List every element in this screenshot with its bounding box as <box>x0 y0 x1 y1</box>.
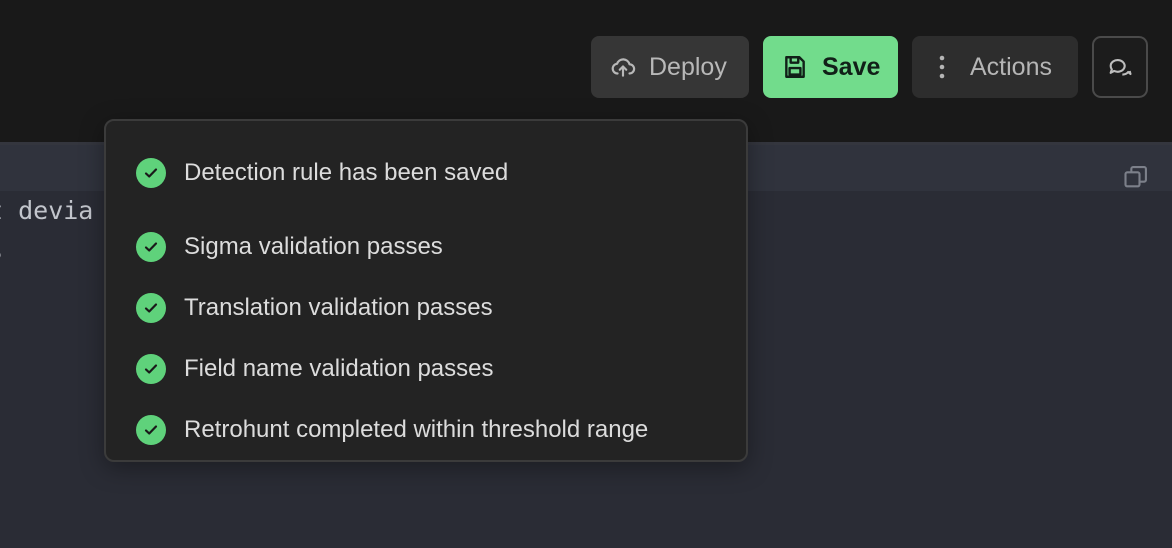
check-circle-icon <box>136 353 166 384</box>
checklist-item: Detection rule has been saved <box>136 155 648 190</box>
deploy-label: Deploy <box>649 52 727 81</box>
code-line[interactable]: s <box>0 236 3 265</box>
checklist-item-label: Translation validation passes <box>184 293 493 321</box>
chat-bubbles-icon <box>1106 53 1134 81</box>
checklist-item-label: Sigma validation passes <box>184 232 443 260</box>
cloud-upload-icon <box>609 53 637 81</box>
save-button[interactable]: Save <box>763 36 898 98</box>
checklist-item: Sigma validation passes <box>136 216 648 277</box>
check-circle-icon <box>136 414 166 445</box>
actions-label: Actions <box>970 52 1052 81</box>
validation-checklist-popover: Detection rule has been saved Sigma vali… <box>104 119 748 462</box>
checklist-item: Retrohunt completed within threshold ran… <box>136 399 648 460</box>
validation-checklist: Detection rule has been saved Sigma vali… <box>136 155 648 460</box>
checklist-item-label: Field name validation passes <box>184 354 494 382</box>
deploy-button[interactable]: Deploy <box>591 36 749 98</box>
comments-button[interactable] <box>1092 36 1148 98</box>
check-circle-icon <box>136 231 166 262</box>
check-circle-icon <box>136 157 166 188</box>
checklist-item-label: Detection rule has been saved <box>184 158 509 186</box>
actions-button[interactable]: Actions <box>912 36 1078 98</box>
check-circle-icon <box>136 292 166 323</box>
code-line[interactable]: t devia <box>0 196 93 225</box>
save-label: Save <box>822 52 881 81</box>
checklist-item-label: Retrohunt completed within threshold ran… <box>184 415 649 443</box>
copy-button[interactable] <box>1120 161 1152 193</box>
floppy-disk-icon <box>781 53 809 81</box>
more-vertical-icon <box>932 53 952 81</box>
copy-icon <box>1122 163 1150 191</box>
checklist-item: Field name validation passes <box>136 338 648 399</box>
checklist-item: Translation validation passes <box>136 277 648 338</box>
